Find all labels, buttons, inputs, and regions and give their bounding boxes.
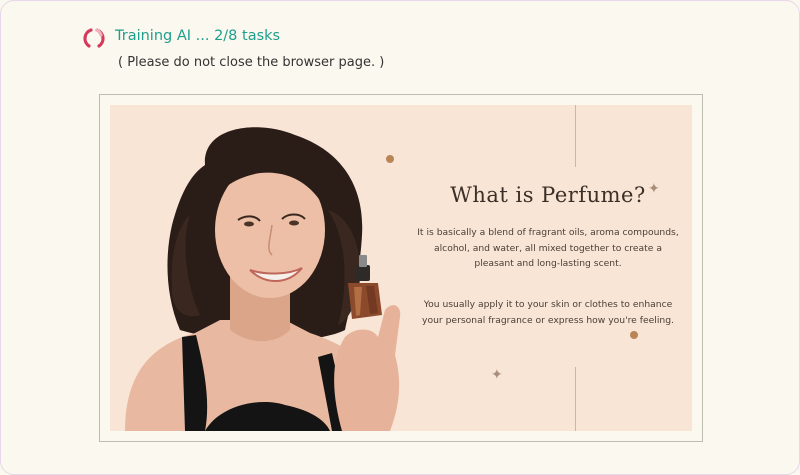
training-progress-panel: Training AI ... 2/8 tasks ( Please do no… bbox=[0, 0, 800, 475]
slide-paragraph-definition: It is basically a blend of fragrant oils… bbox=[417, 227, 679, 269]
slide-title: What is Perfume? bbox=[450, 183, 646, 207]
slide-preview: ✦ ✦ What is Perfume? It is basically a b… bbox=[99, 94, 703, 442]
woman-holding-perfume-image bbox=[125, 127, 401, 431]
decorative-dot bbox=[630, 331, 638, 339]
sparkle-icon: ✦ bbox=[491, 367, 503, 383]
training-status-text: Training AI ... 2/8 tasks bbox=[115, 28, 281, 44]
decorative-line-bottom bbox=[575, 367, 576, 431]
slide-canvas: ✦ ✦ What is Perfume? It is basically a b… bbox=[110, 105, 692, 431]
decorative-line-top bbox=[575, 105, 576, 167]
loading-spinner-icon bbox=[83, 28, 105, 48]
do-not-close-notice: ( Please do not close the browser page. … bbox=[118, 55, 385, 70]
decorative-dot bbox=[386, 155, 394, 163]
slide-paragraph-usage: You usually apply it to your skin or clo… bbox=[422, 299, 674, 326]
